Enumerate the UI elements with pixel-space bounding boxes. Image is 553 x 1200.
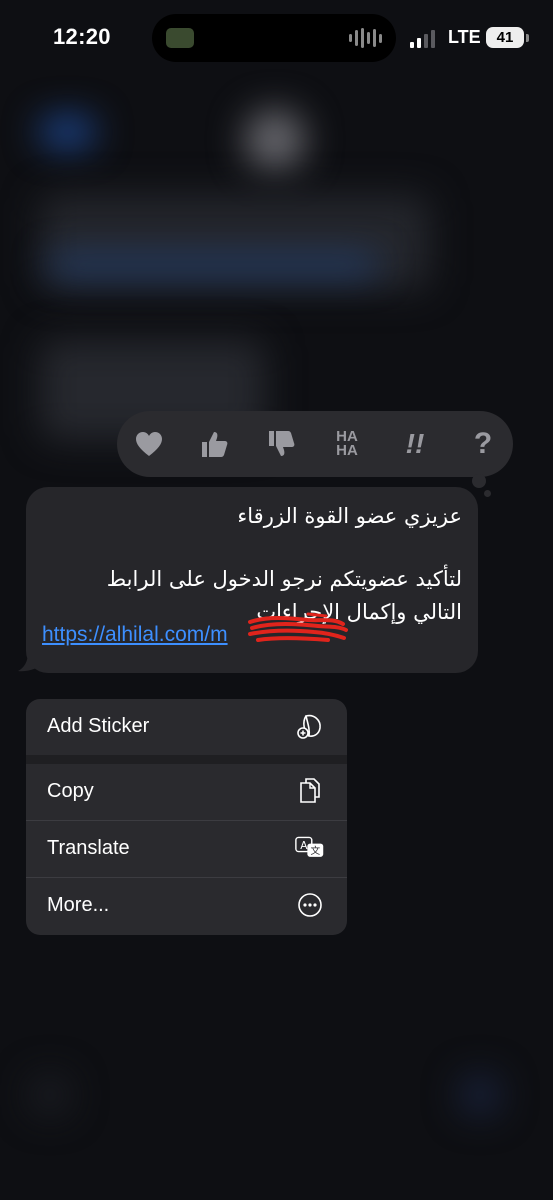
- tapback-tail: [472, 474, 486, 488]
- message-line-1: عزيزي عضو القوة الزرقاء: [237, 504, 462, 528]
- status-bar: 12:20 LTE 41: [0, 0, 553, 80]
- message-bubble[interactable]: عزيزي عضو القوة الزرقاء لتأكيد عضويتكم ن…: [26, 487, 478, 673]
- copy-label: Copy: [47, 780, 94, 802]
- menu-item-copy[interactable]: Copy: [26, 764, 347, 820]
- message-link[interactable]: https://alhilal.com/m: [42, 623, 228, 647]
- context-menu: Add Sticker Copy Translate A 文 More...: [26, 699, 347, 935]
- audio-waveform-icon: [349, 28, 382, 48]
- thumbs-down-icon[interactable]: [266, 429, 296, 459]
- more-label: More...: [47, 894, 110, 916]
- menu-section-divider: [26, 755, 347, 764]
- battery-cap: [526, 34, 529, 42]
- exclamation-icon[interactable]: !!: [400, 428, 430, 459]
- exclamation-label: !!: [405, 428, 425, 459]
- signal-strength-icon: [410, 30, 435, 48]
- network-type: LTE: [448, 27, 481, 47]
- question-label: ?: [473, 427, 493, 460]
- translate-icon: A 文: [295, 833, 325, 863]
- svg-text:文: 文: [310, 844, 320, 857]
- now-playing-artwork: [166, 28, 194, 48]
- question-icon[interactable]: ?: [468, 427, 498, 460]
- tapback-bar: HA HA !! ?: [117, 411, 513, 477]
- thumbs-up-icon[interactable]: [199, 429, 229, 459]
- redaction-scribble: [248, 612, 348, 642]
- heart-icon[interactable]: [134, 429, 164, 459]
- dynamic-island: [152, 14, 396, 62]
- tapback-tail-small: [484, 490, 491, 497]
- battery-icon: 41: [486, 27, 524, 48]
- haha-line2: HA: [336, 442, 358, 459]
- add-sticker-label: Add Sticker: [47, 715, 150, 737]
- haha-icon[interactable]: HA HA: [332, 429, 362, 459]
- menu-item-more[interactable]: More...: [26, 878, 347, 934]
- copy-icon: [295, 776, 325, 806]
- message-line-3: التالي وإكمال الإجراءات: [256, 600, 462, 624]
- ellipsis-circle-icon: [295, 890, 325, 920]
- message-line-2: لتأكيد عضويتكم نرجو الدخول على الرابط: [106, 567, 462, 591]
- sticker-icon: [295, 711, 325, 741]
- menu-item-add-sticker[interactable]: Add Sticker: [26, 699, 347, 755]
- translate-label: Translate: [47, 837, 130, 859]
- bubble-tail: [18, 652, 40, 672]
- status-time: 12:20: [53, 24, 111, 49]
- svg-text:A: A: [300, 840, 308, 852]
- menu-item-translate[interactable]: Translate A 文: [26, 821, 347, 877]
